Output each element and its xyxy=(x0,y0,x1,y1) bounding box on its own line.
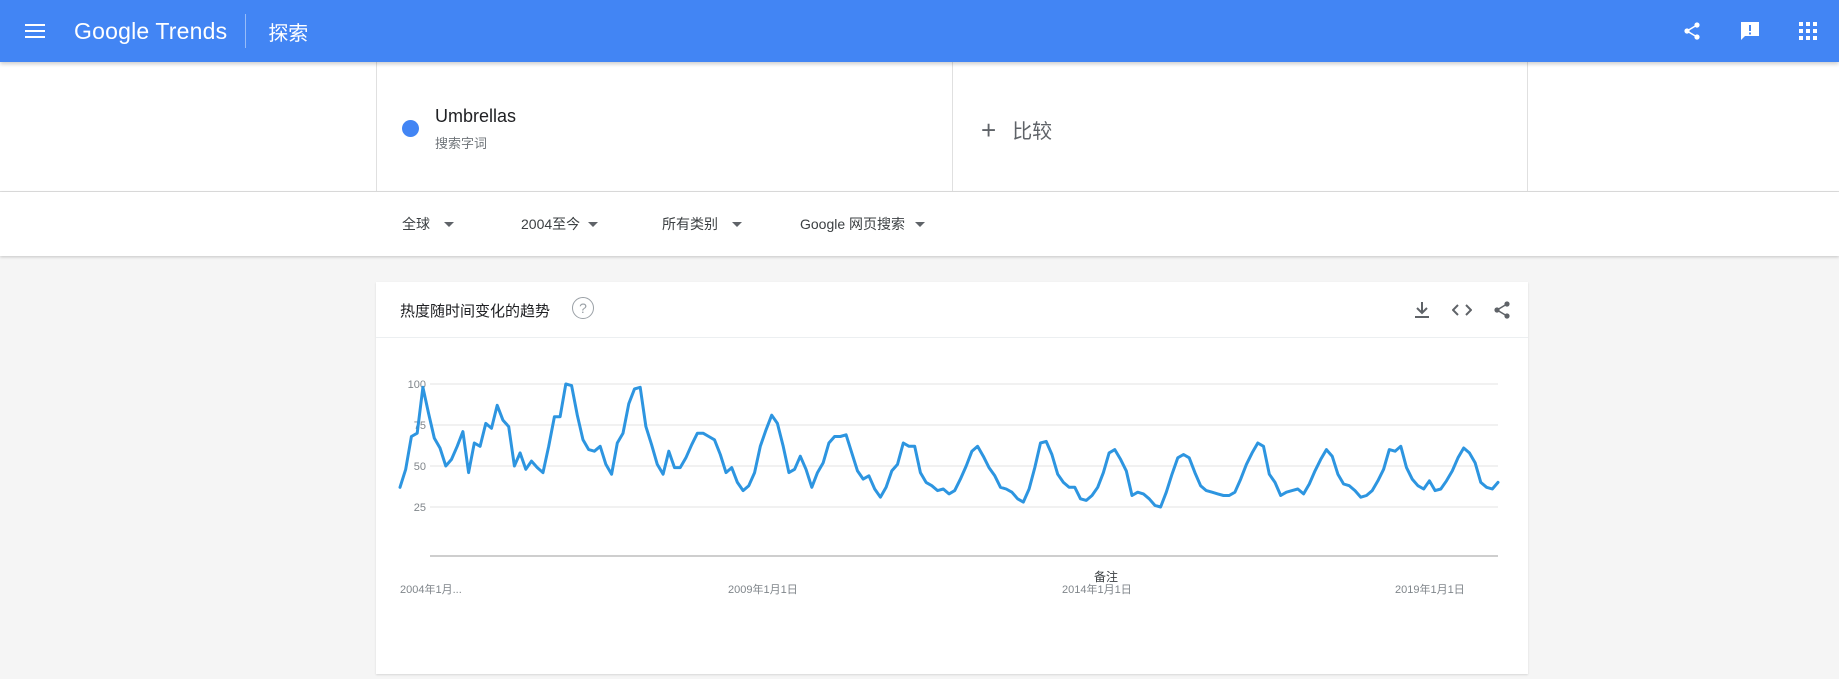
region-label: 全球 xyxy=(402,216,430,232)
apps-icon[interactable] xyxy=(1791,14,1825,48)
caret-down-icon xyxy=(915,221,926,227)
caret-down-icon xyxy=(444,221,454,227)
card-header: 热度随时间变化的趋势 ? xyxy=(376,282,1528,338)
series-line-umbrellas[interactable] xyxy=(398,382,1500,509)
x-tick-label: 2014年1月1日 xyxy=(1062,582,1132,596)
share-icon[interactable] xyxy=(1488,296,1516,324)
card-actions xyxy=(1396,296,1516,324)
interest-over-time-card: 热度随时间变化的趋势 ? 25 50 75 100 2004年1月... 2009年1月1… xyxy=(376,282,1528,674)
logo-google: Google xyxy=(74,17,150,44)
compare-button[interactable]: + 比较 xyxy=(981,115,1052,144)
category-label: 所有类别 xyxy=(662,216,718,232)
download-icon[interactable] xyxy=(1408,296,1436,324)
term-color-dot xyxy=(402,120,419,137)
x-tick-label: 2009年1月1日 xyxy=(728,582,798,596)
compare-label: 比较 xyxy=(1012,121,1053,143)
share-icon[interactable] xyxy=(1675,14,1709,48)
app-header: Google Trends 探索 xyxy=(0,0,1839,62)
trend-chart[interactable]: 2550751002004年1月... 2009年1月1日 2014年1月1日 201… xyxy=(376,338,1528,674)
section-title: 探索 xyxy=(268,22,309,45)
y-tick-label: 50 xyxy=(414,461,426,473)
compare-card[interactable]: + 比较 xyxy=(952,62,1528,192)
annotation-label: 备注 xyxy=(1094,569,1118,584)
search-type-label: Google 网页搜索 xyxy=(800,216,906,232)
x-tick-label: 2004年1月... xyxy=(400,582,462,596)
embed-icon[interactable] xyxy=(1448,296,1476,324)
term-type: 搜索字词 xyxy=(435,136,488,151)
header-actions xyxy=(1651,14,1825,48)
search-term-card[interactable]: Umbrellas 搜索字词 xyxy=(376,62,952,192)
time-range-dropdown[interactable]: 2004至今 xyxy=(521,214,599,234)
filter-bar: 全球 2004至今 所有类别 Google 网页搜索 xyxy=(0,192,1839,256)
caret-down-icon xyxy=(588,221,599,227)
feedback-icon[interactable] xyxy=(1733,14,1767,48)
header-divider xyxy=(245,14,247,48)
region-dropdown[interactable]: 全球 xyxy=(402,214,454,234)
plus-icon: + xyxy=(981,114,997,145)
y-tick-label: 25 xyxy=(414,502,426,514)
google-trends-logo[interactable]: Google Trends xyxy=(74,18,227,45)
search-type-dropdown[interactable]: Google 网页搜索 xyxy=(800,214,926,234)
category-dropdown[interactable]: 所有类别 xyxy=(662,214,742,234)
search-terms-bar: Umbrellas 搜索字词 + 比较 xyxy=(0,62,1839,192)
menu-icon[interactable] xyxy=(18,14,52,48)
caret-down-icon xyxy=(732,221,742,227)
card-title: 热度随时间变化的趋势 xyxy=(400,303,551,320)
x-tick-label: 2019年1月1日 xyxy=(1395,582,1465,596)
logo-trends: Trends xyxy=(155,17,228,44)
chart-area: 25 50 75 100 2004年1月... 2009年1月1日 2014年1月1日 201… xyxy=(376,338,1528,674)
term-name: Umbrellas xyxy=(435,106,517,126)
help-icon[interactable]: ? xyxy=(572,297,594,319)
time-range-label: 2004至今 xyxy=(521,216,581,232)
